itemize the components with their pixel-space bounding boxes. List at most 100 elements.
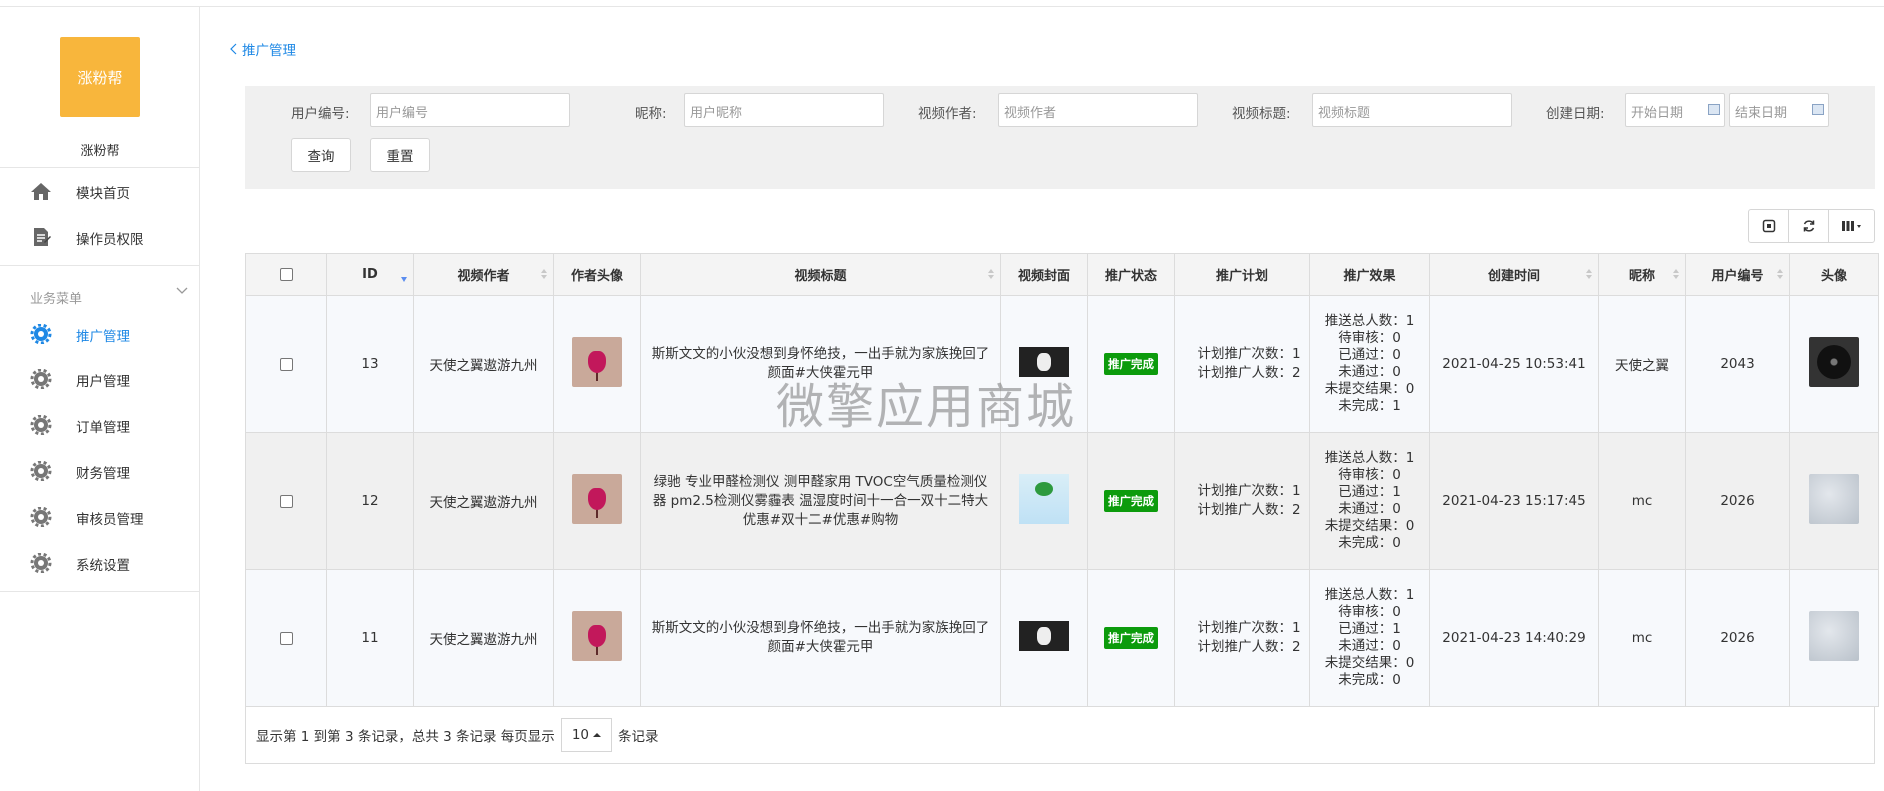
back-link[interactable]: 推广管理 — [230, 39, 296, 59]
author-avatar-image[interactable] — [572, 337, 622, 387]
gear-icon — [30, 369, 52, 389]
row-checkbox[interactable] — [279, 631, 293, 645]
start-date-input[interactable]: 开始日期 — [1625, 93, 1725, 127]
refresh-button[interactable] — [1789, 210, 1829, 242]
row-checkbox[interactable] — [279, 357, 293, 371]
cell-author-avatar — [553, 432, 641, 570]
header-label: 作者头像 — [570, 269, 623, 284]
search-panel: 用户编号: 用户编号 昵称: 用户昵称 视频作者: 视频作者 视频标题: 视频标… — [245, 86, 1875, 189]
header-cover: 视频封面 — [1000, 253, 1088, 296]
sidebar-item-operator[interactable]: 操作员权限 — [0, 219, 200, 255]
cell-plan: 计划推广次数：1 计划推广人数：2 — [1174, 432, 1310, 570]
plan-line: 计划推广次数：1 — [1197, 346, 1301, 362]
table-row: 13 天使之翼遨游九州 斯斯文文的小伙没想到身怀绝技，一出手就为家族挽回了颜面#… — [245, 295, 1879, 433]
header-created[interactable]: 创建时间 — [1429, 253, 1599, 296]
sidebar-item-label: 财务管理 — [76, 466, 130, 482]
cell-author-avatar — [553, 295, 641, 433]
effect-line: 未提交结果：0 — [1324, 655, 1415, 671]
author-label: 视频作者: — [918, 106, 977, 122]
effect-line: 已通过：1 — [1338, 621, 1401, 637]
video-cover-image[interactable] — [1019, 621, 1069, 651]
select-all-checkbox[interactable] — [279, 268, 293, 281]
sidebar-item-label: 订单管理 — [76, 420, 130, 436]
user-avatar-image[interactable] — [1809, 474, 1859, 524]
header-user-no[interactable]: 用户编号 — [1685, 253, 1790, 296]
columns-button[interactable] — [1829, 210, 1874, 242]
header-avatar: 头像 — [1789, 253, 1879, 296]
cell-plan: 计划推广次数：1 计划推广人数：2 — [1174, 295, 1310, 433]
header-title[interactable]: 视频标题 — [640, 253, 1001, 296]
calendar-icon — [1708, 104, 1720, 115]
cell-user-no: 2043 — [1685, 295, 1790, 433]
row-select-cell — [245, 569, 327, 707]
cell-nickname: 天使之翼 — [1598, 295, 1686, 433]
sidebar-item-label: 用户管理 — [76, 374, 130, 390]
cell-nickname: mc — [1598, 432, 1686, 570]
sidebar-item-label: 系统设置 — [76, 558, 130, 574]
sidebar-divider — [0, 265, 200, 266]
sidebar-item-reviewers[interactable]: 审核员管理 — [0, 499, 200, 535]
pagination-suffix: 条记录 — [618, 729, 659, 745]
header-label: 推广状态 — [1104, 269, 1157, 284]
sidebar-item-users[interactable]: 用户管理 — [0, 361, 200, 397]
cell-cover — [1000, 432, 1088, 570]
cell-avatar — [1789, 295, 1879, 433]
gear-icon — [30, 415, 52, 435]
reset-button[interactable]: 重置 — [370, 138, 430, 172]
video-cover-image[interactable] — [1019, 347, 1069, 377]
page-size-select[interactable]: 10 — [560, 718, 612, 752]
header-label: 视频封面 — [1017, 269, 1070, 284]
sidebar-item-orders[interactable]: 订单管理 — [0, 407, 200, 443]
header-author[interactable]: 视频作者 — [413, 253, 554, 296]
header-nickname[interactable]: 昵称 — [1598, 253, 1686, 296]
author-avatar-image[interactable] — [572, 474, 622, 524]
cell-effect: 推送总人数：1 待审核：0 已通过：1 未通过：0 未提交结果：0 未完成：0 — [1309, 432, 1430, 570]
sidebar-item-settings[interactable]: 系统设置 — [0, 545, 200, 581]
header-id[interactable]: ID — [326, 253, 414, 296]
chevron-down-icon[interactable] — [176, 285, 188, 297]
effect-line: 推送总人数：1 — [1324, 587, 1415, 603]
plan-line: 计划推广人数：2 — [1197, 639, 1301, 655]
cell-status: 推广完成 — [1087, 295, 1175, 433]
sidebar-item-finance[interactable]: 财务管理 — [0, 453, 200, 489]
section-label: 业务菜单 — [30, 292, 83, 307]
author-input[interactable]: 视频作者 — [998, 93, 1198, 127]
table-row: 12 天使之翼遨游九州 绿驰 专业甲醛检测仪 测甲醛家用 TVOC空气质量检测仪… — [245, 432, 1879, 570]
effect-line: 待审核：0 — [1338, 604, 1401, 620]
header-plan: 推广计划 — [1174, 253, 1310, 296]
cell-avatar — [1789, 569, 1879, 707]
top-border — [0, 0, 1884, 7]
end-date-input[interactable]: 结束日期 — [1729, 93, 1829, 127]
gear-icon — [30, 553, 52, 573]
row-select-cell — [245, 295, 327, 433]
user-avatar-image[interactable] — [1809, 611, 1859, 661]
query-button[interactable]: 查询 — [291, 138, 351, 172]
cell-author: 天使之翼遨游九州 — [413, 569, 554, 707]
header-label: 推广效果 — [1343, 269, 1396, 284]
sidebar-divider — [0, 591, 200, 592]
title-input[interactable]: 视频标题 — [1312, 93, 1512, 127]
header-effect: 推广效果 — [1309, 253, 1430, 296]
effect-line: 推送总人数：1 — [1324, 313, 1415, 329]
effect-line: 未提交结果：0 — [1324, 381, 1415, 397]
nickname-input[interactable]: 用户昵称 — [684, 93, 884, 127]
author-avatar-image[interactable] — [572, 611, 622, 661]
user-no-input[interactable]: 用户编号 — [370, 93, 570, 127]
user-avatar-image[interactable] — [1809, 337, 1859, 387]
cell-author-avatar — [553, 569, 641, 707]
row-checkbox[interactable] — [279, 494, 293, 508]
sidebar-item-promotion[interactable]: 推广管理 — [0, 316, 200, 352]
sidebar-item-label: 操作员权限 — [76, 232, 144, 248]
sidebar-item-home[interactable]: 模块首页 — [0, 173, 200, 209]
title-label: 视频标题: — [1232, 106, 1291, 122]
user-no-label: 用户编号: — [291, 106, 350, 122]
status-badge: 推广完成 — [1104, 490, 1158, 512]
plan-line: 计划推广人数：2 — [1197, 365, 1301, 381]
home-icon — [31, 183, 51, 200]
header-label: 视频作者 — [457, 269, 510, 284]
header-label: 昵称 — [1628, 269, 1655, 284]
sidebar-divider — [0, 167, 200, 168]
toggle-view-button[interactable] — [1749, 210, 1789, 242]
video-cover-image[interactable] — [1019, 474, 1069, 524]
cell-id: 12 — [326, 432, 414, 570]
